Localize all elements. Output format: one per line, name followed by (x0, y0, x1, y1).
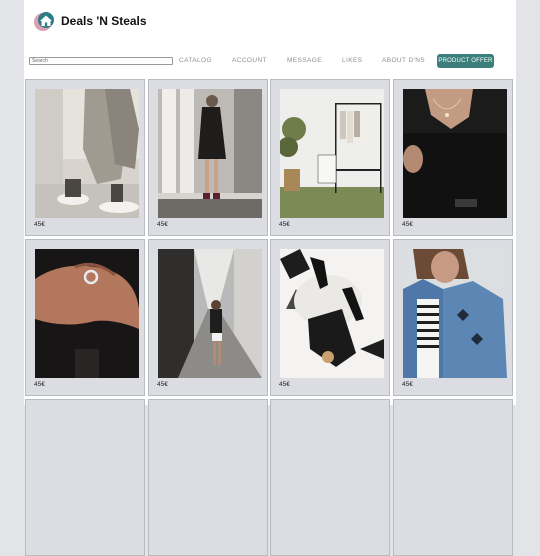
product-card[interactable]: 45€ (25, 239, 145, 396)
product-card[interactable]: 45€ (148, 79, 268, 236)
product-photo (158, 89, 262, 218)
nav-likes[interactable]: LIKES (342, 56, 362, 65)
search-input[interactable] (29, 57, 173, 65)
product-photo (280, 89, 384, 218)
product-card[interactable]: 45€ (270, 239, 390, 396)
product-image[interactable] (35, 249, 139, 378)
product-price: 45€ (402, 221, 413, 228)
product-photo (158, 249, 262, 378)
nav-message[interactable]: MESSAGE (287, 56, 322, 65)
page: Deals 'N Steals CATALOG ACCOUNT MESSAGE … (24, 0, 516, 556)
product-card[interactable] (148, 399, 268, 556)
product-photo (403, 249, 507, 378)
product-card[interactable]: 45€ (393, 79, 513, 236)
product-price: 45€ (157, 381, 168, 388)
nav-account[interactable]: ACCOUNT (232, 56, 267, 65)
product-card[interactable]: 45€ (393, 239, 513, 396)
product-image[interactable] (158, 249, 262, 378)
brand[interactable]: Deals 'N Steals (34, 8, 147, 34)
product-photo (35, 249, 139, 378)
product-card[interactable] (25, 399, 145, 556)
product-photo (280, 249, 384, 378)
product-photo (35, 89, 139, 218)
product-image[interactable] (403, 249, 507, 378)
product-price: 45€ (279, 221, 290, 228)
product-price: 45€ (402, 381, 413, 388)
product-photo (403, 89, 507, 218)
product-card[interactable]: 45€ (270, 79, 390, 236)
product-image[interactable] (280, 89, 384, 218)
logo-icon (34, 12, 54, 31)
product-image[interactable] (403, 89, 507, 218)
product-image[interactable] (158, 89, 262, 218)
product-price: 45€ (157, 221, 168, 228)
product-card[interactable]: 45€ (148, 239, 268, 396)
nav-about[interactable]: ABOUT D'NS (382, 56, 425, 65)
brand-name: Deals 'N Steals (61, 14, 147, 28)
nav-catalog[interactable]: CATALOG (179, 56, 212, 65)
product-card[interactable] (270, 399, 390, 556)
product-card[interactable]: 45€ (25, 79, 145, 236)
product-card[interactable] (393, 399, 513, 556)
product-price: 45€ (34, 221, 45, 228)
product-price: 45€ (34, 381, 45, 388)
product-image[interactable] (280, 249, 384, 378)
product-image[interactable] (35, 89, 139, 218)
product-price: 45€ (279, 381, 290, 388)
product-offer-button[interactable]: PRODUCT OFFER (437, 54, 494, 68)
